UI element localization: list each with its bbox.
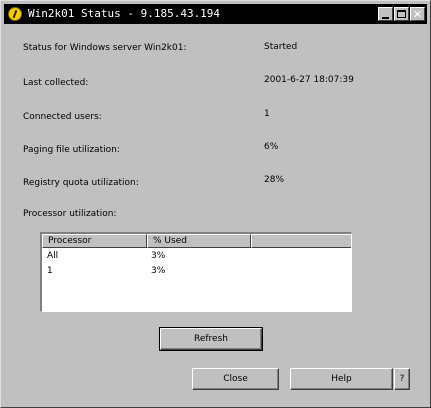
context-help-button[interactable]: ? [394, 368, 410, 390]
status-dialog: Win2k01 Status - 9.185.43.194 ✕ Status f… [0, 0, 431, 408]
close-button[interactable]: Close [192, 368, 279, 390]
maximize-button[interactable] [394, 7, 409, 21]
used-cell: 3% [151, 266, 166, 276]
server-status-value: Started [264, 42, 298, 52]
window-title: Win2k01 Status - 9.185.43.194 [28, 7, 221, 20]
table-row[interactable]: All 3% [42, 249, 351, 263]
minimize-button[interactable] [378, 7, 393, 21]
help-button[interactable]: Help [290, 368, 393, 390]
refresh-button[interactable]: Refresh [159, 327, 263, 351]
processor-cell: All [47, 251, 59, 261]
close-window-button[interactable]: ✕ [410, 7, 425, 21]
processor-utilization-label: Processor utilization: [23, 209, 117, 219]
connected-users-value: 1 [264, 109, 270, 119]
last-collected-value: 2001-6-27 18:07:39 [264, 75, 354, 85]
info-icon [8, 7, 22, 21]
registry-quota-label: Registry quota utilization: [23, 178, 139, 188]
maximize-icon [397, 10, 406, 18]
processor-list-header: Processor % Used [42, 234, 351, 248]
minimize-icon [382, 16, 389, 19]
registry-quota-value: 28% [264, 175, 285, 185]
processor-cell: 1 [47, 266, 53, 276]
connected-users-label: Connected users: [23, 112, 102, 122]
server-status-label: Status for Windows server Win2k01: [23, 43, 187, 53]
table-row[interactable]: 1 3% [42, 264, 351, 278]
column-header-empty[interactable] [251, 234, 351, 248]
column-header-processor[interactable]: Processor [42, 234, 147, 248]
paging-file-label: Paging file utilization: [23, 145, 120, 155]
close-icon: ✕ [412, 7, 423, 21]
title-bar[interactable]: Win2k01 Status - 9.185.43.194 ✕ [4, 4, 427, 24]
used-cell: 3% [151, 251, 166, 261]
paging-file-value: 6% [264, 142, 279, 152]
processor-list[interactable]: Processor % Used All 3% 1 3% [40, 232, 352, 312]
last-collected-label: Last collected: [23, 78, 89, 88]
column-header-used[interactable]: % Used [147, 234, 251, 248]
